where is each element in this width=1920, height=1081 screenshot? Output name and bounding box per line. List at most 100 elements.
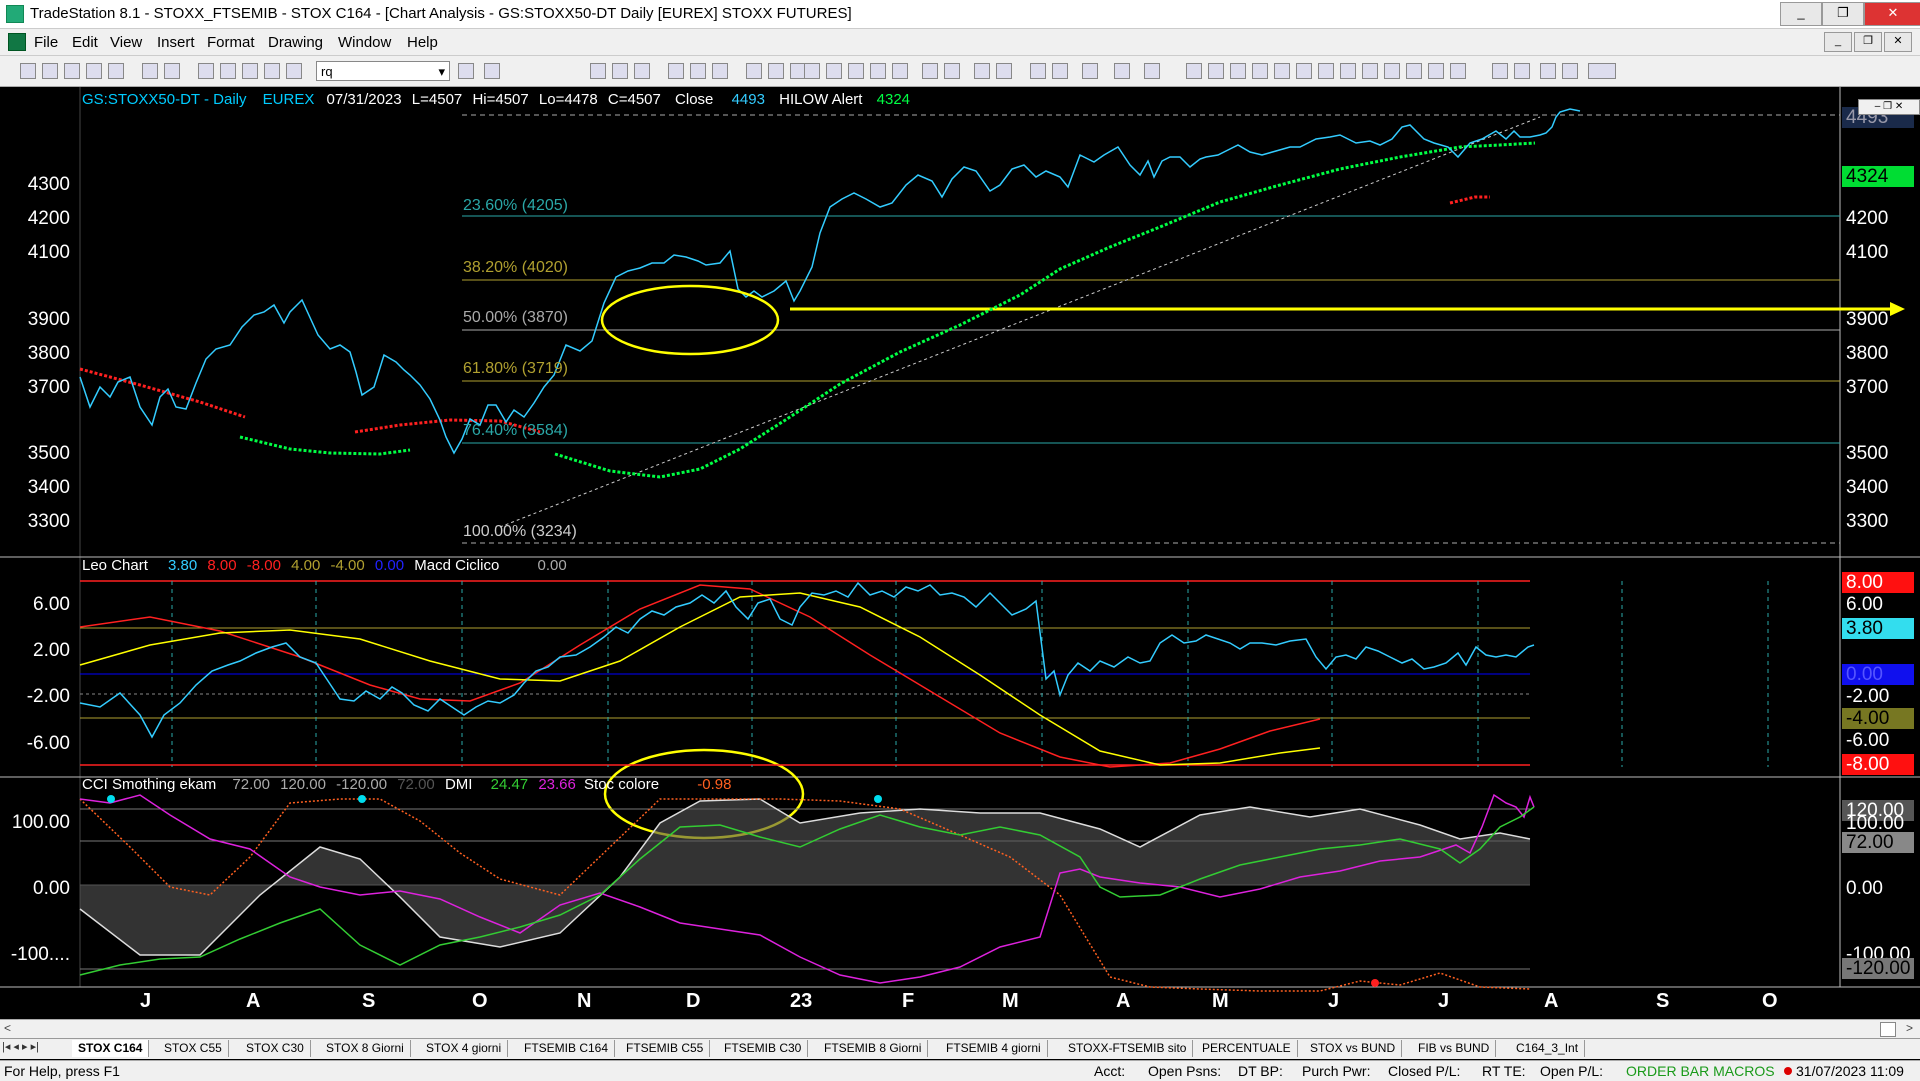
scanner-icon[interactable] bbox=[768, 63, 784, 79]
play-arrow-icon[interactable] bbox=[458, 63, 474, 79]
arrow-up-icon[interactable] bbox=[1514, 63, 1530, 79]
scroll-thumb[interactable] bbox=[1880, 1022, 1896, 1037]
close-val-label: C=4507 bbox=[607, 91, 661, 108]
paste-icon[interactable] bbox=[220, 63, 236, 79]
child-minimize-button[interactable]: _ bbox=[1824, 32, 1852, 52]
horizontal-lines-icon[interactable] bbox=[1230, 63, 1246, 79]
tab-stox-8-giorni[interactable]: STOX 8 Giorni bbox=[320, 1040, 411, 1057]
subgraph-controls[interactable]: – ❐ ✕ bbox=[1858, 99, 1920, 115]
cycle-lines-icon[interactable] bbox=[1340, 63, 1356, 79]
bar-space-increase-icon[interactable] bbox=[944, 63, 960, 79]
chart-refresh-icon[interactable] bbox=[712, 63, 728, 79]
home-icon[interactable] bbox=[264, 63, 280, 79]
tab-nav-icons[interactable]: |◂ ◂ ▸ ▸| bbox=[2, 1040, 39, 1053]
tab-stox-4-giorni[interactable]: STOX 4 giorni bbox=[420, 1040, 509, 1057]
menu-insert[interactable]: Insert bbox=[157, 34, 195, 51]
tab-ftsemib-c164[interactable]: FTSEMIB C164 bbox=[518, 1040, 616, 1057]
channel-icon[interactable] bbox=[1384, 63, 1400, 79]
symbol-input[interactable]: rq ▾ bbox=[316, 61, 450, 81]
radar-icon[interactable] bbox=[746, 63, 762, 79]
child-close-button[interactable]: ✕ bbox=[1884, 32, 1912, 52]
format-tool-icon[interactable] bbox=[1082, 63, 1098, 79]
hot-list-icon[interactable] bbox=[826, 63, 842, 79]
workspace-icon[interactable] bbox=[870, 63, 886, 79]
scroll-right-icon[interactable]: > bbox=[1906, 1021, 1913, 1035]
cci-name: CCI Smothing ekam bbox=[82, 776, 217, 793]
menu-file[interactable]: File bbox=[34, 34, 58, 51]
alert-icon[interactable] bbox=[1144, 63, 1160, 79]
text-tool-icon[interactable] bbox=[1588, 63, 1616, 79]
menu-drawing[interactable]: Drawing bbox=[268, 34, 323, 51]
child-restore-button[interactable]: ❐ bbox=[1854, 32, 1882, 52]
fib-fan-icon[interactable] bbox=[1296, 63, 1312, 79]
zoom-in-icon[interactable] bbox=[974, 63, 990, 79]
open-icon[interactable] bbox=[42, 63, 58, 79]
bars-icon[interactable] bbox=[892, 63, 908, 79]
horizontal-arrow-icon[interactable] bbox=[1362, 63, 1378, 79]
tab-c164-3-int[interactable]: C164_3_Int bbox=[1510, 1040, 1586, 1057]
lock-icon[interactable] bbox=[242, 63, 258, 79]
regression-icon[interactable] bbox=[1406, 63, 1422, 79]
chart-tools-icon[interactable] bbox=[690, 63, 706, 79]
zoom-out-icon[interactable] bbox=[996, 63, 1012, 79]
chart-area[interactable]: GS:STOXX50-DT - Daily EUREX 07/31/2023 L… bbox=[0, 87, 1920, 1012]
menu-window[interactable]: Window bbox=[338, 34, 391, 51]
fib-lines-icon[interactable] bbox=[1208, 63, 1224, 79]
ellipse-icon[interactable] bbox=[1540, 63, 1556, 79]
scroll-left-icon[interactable]: < bbox=[4, 1021, 11, 1035]
tab-ftsemib-c55[interactable]: FTSEMIB C55 bbox=[620, 1040, 711, 1057]
fib-time-zones-icon[interactable] bbox=[1318, 63, 1334, 79]
menu-view[interactable]: View bbox=[110, 34, 142, 51]
save-icon[interactable] bbox=[64, 63, 80, 79]
chart-grid-icon-3[interactable] bbox=[634, 63, 650, 79]
osc-badge-8: 8.00 bbox=[1842, 572, 1914, 593]
new-icon[interactable] bbox=[20, 63, 36, 79]
tab-stox-c164[interactable]: STOX C164 bbox=[72, 1040, 150, 1057]
status-macros[interactable]: ORDER BAR MACROS bbox=[1626, 1063, 1775, 1079]
horizontal-scrollbar[interactable]: < > bbox=[0, 1019, 1920, 1038]
low-label: Lo=4478 bbox=[538, 91, 598, 108]
rectangle-icon[interactable] bbox=[1562, 63, 1578, 79]
data-window-icon[interactable] bbox=[1114, 63, 1130, 79]
tab-stoxx-ftsemib-sito[interactable]: STOXX-FTSEMIB sito bbox=[1062, 1040, 1194, 1057]
tab-ftsemib-c30[interactable]: FTSEMIB C30 bbox=[718, 1040, 809, 1057]
copy-icon[interactable] bbox=[198, 63, 214, 79]
minimize-button[interactable]: _ bbox=[1780, 2, 1822, 26]
print-icon[interactable] bbox=[164, 63, 180, 79]
maximize-button[interactable]: ❐ bbox=[1822, 2, 1864, 26]
tab-stox-c30[interactable]: STOX C30 bbox=[240, 1040, 311, 1057]
month-label: A bbox=[1544, 990, 1559, 1012]
chart-svg[interactable] bbox=[0, 87, 1920, 1012]
print-preview-icon[interactable] bbox=[142, 63, 158, 79]
order-bar-icon[interactable] bbox=[804, 63, 820, 79]
arc-icon[interactable] bbox=[1428, 63, 1444, 79]
chart-grid-icon-2[interactable] bbox=[612, 63, 628, 79]
binoculars-icon[interactable] bbox=[484, 63, 500, 79]
tab-ftsemib-4-giorni[interactable]: FTSEMIB 4 giorni bbox=[940, 1040, 1048, 1057]
save-all-icon[interactable] bbox=[86, 63, 102, 79]
menu-help[interactable]: Help bbox=[407, 34, 438, 51]
arrow-down-icon[interactable] bbox=[1492, 63, 1508, 79]
menu-edit[interactable]: Edit bbox=[72, 34, 98, 51]
news-icon[interactable] bbox=[848, 63, 864, 79]
tab-stox-c55[interactable]: STOX C55 bbox=[158, 1040, 229, 1057]
pointer-icon[interactable] bbox=[1030, 63, 1046, 79]
high-label: Hi=4507 bbox=[472, 91, 529, 108]
tab-fib-vs-bund[interactable]: FIB vs BUND bbox=[1412, 1040, 1497, 1057]
chart-line-icon[interactable] bbox=[668, 63, 684, 79]
price-axis-right-3700: 3700 bbox=[1846, 377, 1889, 398]
gann-fan-icon[interactable] bbox=[1274, 63, 1290, 79]
trendline-icon[interactable] bbox=[1186, 63, 1202, 79]
chart-grid-icon-1[interactable] bbox=[590, 63, 606, 79]
bar-space-decrease-icon[interactable] bbox=[922, 63, 938, 79]
close-button[interactable]: ✕ bbox=[1864, 2, 1920, 26]
insert-indicator-icon[interactable] bbox=[1052, 63, 1068, 79]
menu-format[interactable]: Format bbox=[207, 34, 255, 51]
speed-lines-icon[interactable] bbox=[1252, 63, 1268, 79]
tab-ftsemib-8-giorni[interactable]: FTSEMIB 8 Giorni bbox=[818, 1040, 929, 1057]
tab-stox-vs-bund[interactable]: STOX vs BUND bbox=[1304, 1040, 1403, 1057]
tab-percentuale[interactable]: PERCENTUALE bbox=[1196, 1040, 1298, 1057]
link-icon[interactable] bbox=[286, 63, 302, 79]
pencil-icon[interactable] bbox=[1450, 63, 1466, 79]
cut-icon[interactable] bbox=[108, 63, 124, 79]
